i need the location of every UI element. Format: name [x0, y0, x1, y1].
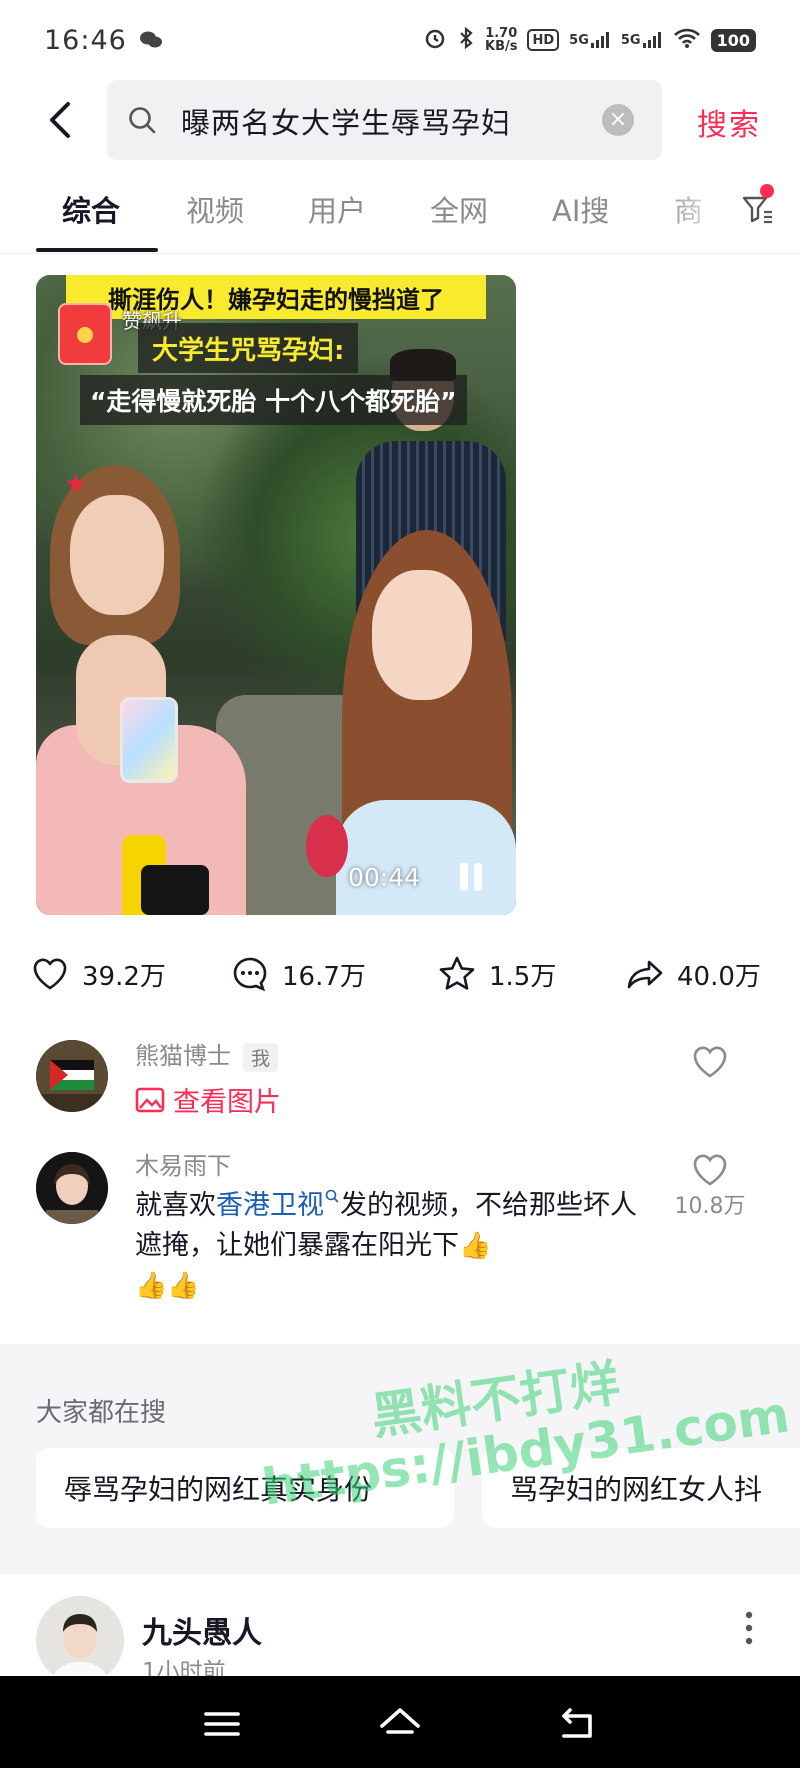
image-icon	[135, 1087, 165, 1112]
video-person-right-woman	[336, 530, 516, 915]
avatar[interactable]	[36, 1152, 108, 1224]
trending-chip[interactable]: 辱骂孕妇的网红真实身份	[36, 1448, 454, 1528]
video-person-left-woman	[36, 465, 246, 915]
status-indicators: 1.70 KB/s HD 5G 5G 100	[423, 26, 756, 54]
filter-notification-dot	[760, 184, 774, 198]
avatar[interactable]	[36, 1596, 124, 1684]
tabs-fade	[660, 170, 730, 250]
star-icon	[439, 956, 475, 990]
trending-searches: 大家都在搜 辱骂孕妇的网红真实身份 骂孕妇的网红女人抖	[0, 1344, 800, 1574]
pause-icon[interactable]	[456, 861, 486, 891]
tab-users[interactable]: 用户	[308, 188, 366, 230]
battery-indicator: 100	[710, 28, 756, 52]
search-input[interactable]: 曝两名女大学生辱骂孕妇 ×	[107, 80, 662, 160]
trending-title: 大家都在搜	[36, 1398, 167, 1428]
video-duration: 00:44	[348, 863, 421, 892]
search-bar-row: 曝两名女大学生辱骂孕妇 × 搜索	[0, 80, 800, 160]
mention-link[interactable]: 香港卫视	[216, 1189, 340, 1221]
comment-text: 就喜欢香港卫视 发的视频，不给那些坏人遮掩，让她们暴露在阳光下👍 👍👍	[135, 1186, 655, 1306]
search-query-text: 曝两名女大学生辱骂孕妇	[181, 106, 512, 140]
menu-icon[interactable]	[200, 1702, 244, 1746]
red-envelope-icon[interactable]	[58, 303, 112, 365]
alarm-icon	[423, 26, 447, 54]
tab-ai-search[interactable]: AI搜	[552, 188, 609, 230]
comment-count: 16.7万	[282, 961, 366, 992]
share-arrow-icon	[627, 960, 663, 989]
signal-sim1: 5G	[569, 32, 611, 48]
search-icon	[127, 105, 157, 135]
favorite-stat[interactable]: 1.5万	[437, 954, 556, 994]
like-count: 39.2万	[82, 961, 166, 992]
like-stat[interactable]: 39.2万	[30, 954, 166, 994]
heart-icon	[33, 958, 67, 990]
wechat-icon	[139, 30, 163, 50]
status-time: 16:46	[44, 24, 127, 56]
status-bar: 16:46 1.70 KB/s HD 5G 5G 100	[0, 0, 800, 80]
self-tag: 我	[243, 1042, 279, 1072]
tab-video[interactable]: 视频	[186, 188, 244, 230]
engagement-stats: 39.2万 16.7万 1.5万 40.0万	[0, 950, 800, 998]
view-image-link[interactable]: 查看图片	[135, 1080, 281, 1119]
tab-comprehensive[interactable]: 综合	[62, 188, 120, 230]
back-arrow-icon[interactable]	[40, 98, 84, 142]
tab-web[interactable]: 全网	[430, 188, 488, 230]
search-small-icon	[325, 1189, 339, 1203]
comment-username[interactable]: 熊猫博士我	[135, 1036, 279, 1072]
comment-heart-icon[interactable]	[690, 1150, 730, 1190]
video-red-bottle	[306, 815, 348, 877]
next-post-header[interactable]: 九头愚人 1小时前	[0, 1596, 800, 1685]
clear-icon[interactable]: ×	[602, 104, 634, 136]
post-author[interactable]: 九头愚人	[142, 1608, 262, 1652]
comment-icon	[233, 957, 267, 992]
video-caption-line1: 大学生咒骂孕妇:	[138, 323, 359, 373]
share-count: 40.0万	[677, 961, 761, 992]
channel-star-icon: ★	[64, 469, 88, 499]
signal-sim2: 5G	[621, 32, 663, 48]
system-navigation-bar	[0, 1676, 800, 1768]
video-caption-line2: “走得慢就死胎 十个八个都死胎”	[80, 375, 467, 425]
comment-username[interactable]: 木易雨下	[135, 1146, 231, 1181]
trending-chip[interactable]: 骂孕妇的网红女人抖	[482, 1448, 800, 1528]
home-icon[interactable]	[378, 1702, 422, 1746]
wifi-icon	[673, 27, 701, 53]
network-speed: 1.70 KB/s	[485, 26, 518, 54]
avatar[interactable]	[36, 1040, 108, 1112]
share-stat[interactable]: 40.0万	[625, 954, 761, 994]
favorite-count: 1.5万	[489, 961, 557, 992]
comment-heart-icon[interactable]	[690, 1042, 730, 1082]
comment-stat[interactable]: 16.7万	[230, 954, 366, 994]
thumbs-up-emoji: 👍	[459, 1231, 492, 1261]
comment-like-count: 10.8万	[674, 1194, 746, 1219]
active-tab-indicator	[36, 248, 158, 252]
category-tabs: 综合 视频 用户 全网 AI搜 商	[0, 170, 800, 254]
more-options-icon[interactable]	[742, 1608, 756, 1648]
thumbs-up-emoji: 👍👍	[135, 1271, 200, 1301]
search-submit-button[interactable]: 搜索	[697, 100, 761, 144]
hd-badge: HD	[527, 29, 560, 51]
video-thumbnail[interactable]: 撕涯伤人！嫌孕妇走的慢挡道了 赞飙升 大学生咒骂孕妇: “走得慢就死胎 十个八个…	[36, 275, 516, 915]
back-nav-icon[interactable]	[556, 1702, 600, 1746]
bluetooth-icon	[457, 26, 475, 54]
